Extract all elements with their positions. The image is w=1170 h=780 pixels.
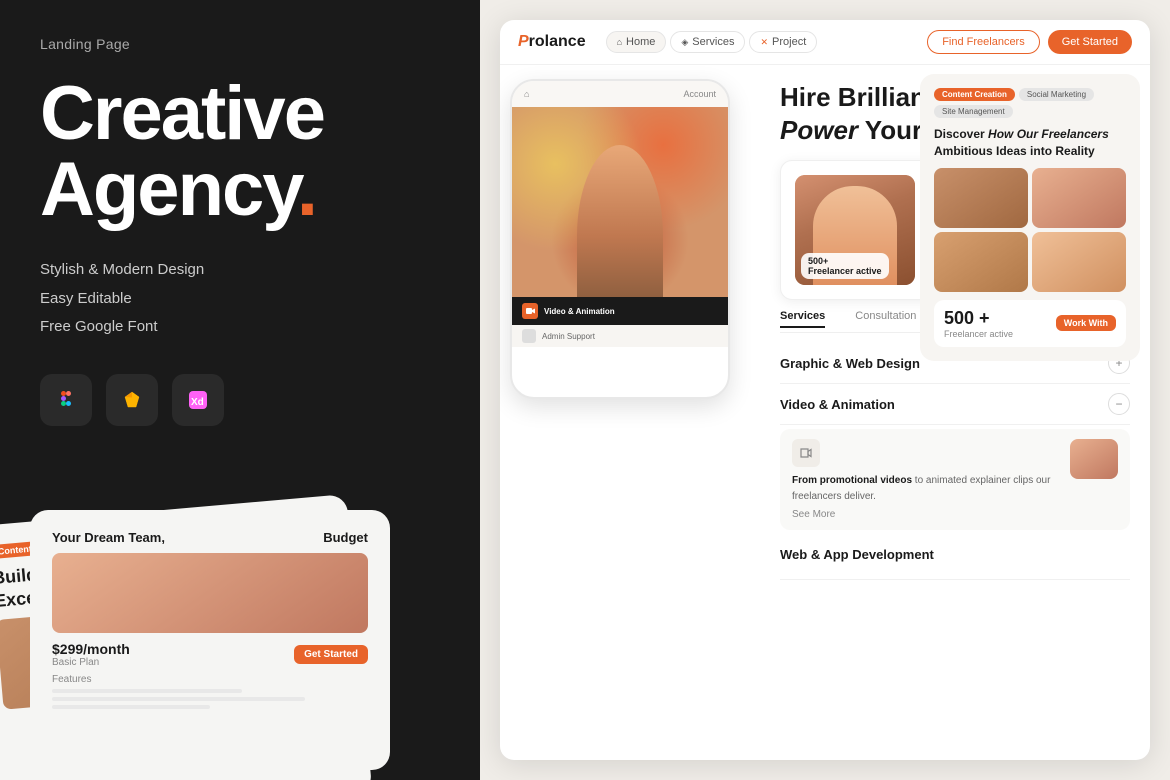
logo-p: P bbox=[518, 33, 529, 50]
preview-cards-wrapper: Content Creation Social Marketing Buildi… bbox=[0, 420, 480, 780]
get-started-btn[interactable]: Get Started bbox=[1048, 30, 1132, 54]
feature-bar-2 bbox=[52, 697, 305, 701]
right-panel: Prolance ⌂ Home ◈ Services ✕ Project Fin… bbox=[480, 0, 1170, 780]
nav-right: Find Freelancers Get Started bbox=[927, 30, 1132, 54]
label-landing: Landing Page bbox=[40, 36, 440, 52]
service-video-name: Video & Animation bbox=[780, 397, 895, 412]
tool-icons-row: Xd bbox=[40, 374, 440, 426]
svg-text:Xd: Xd bbox=[191, 397, 204, 408]
side-photos-grid bbox=[934, 168, 1126, 292]
xd-icon: Xd bbox=[172, 374, 224, 426]
phone-bar2-label: Admin Support bbox=[542, 332, 595, 341]
side-stat-box: 500 + Freelancer active Work With bbox=[934, 300, 1126, 347]
figma-icon bbox=[40, 374, 92, 426]
phone-photo bbox=[512, 107, 728, 297]
logo: Prolance bbox=[518, 33, 586, 51]
features-list: Stylish & Modern Design Easy Editable Fr… bbox=[40, 256, 440, 342]
side-card-heading: Discover How Our Freelancers Ambitious I… bbox=[934, 126, 1126, 160]
main-content: ⌂ Account bbox=[500, 65, 1150, 760]
side-photo-1 bbox=[934, 168, 1028, 228]
project-icon: ✕ bbox=[760, 37, 768, 48]
plan-label: Basic Plan bbox=[52, 657, 130, 668]
website-mockup: Prolance ⌂ Home ◈ Services ✕ Project Fin… bbox=[500, 20, 1150, 760]
phone-bar1-label: Video & Animation bbox=[544, 307, 615, 316]
side-card-tags: Content Creation Social Marketing Site M… bbox=[934, 88, 1126, 118]
nav-bar: Prolance ⌂ Home ◈ Services ✕ Project Fin… bbox=[500, 20, 1150, 65]
side-photo-4 bbox=[1032, 232, 1126, 292]
service-graphic-name: Graphic & Web Design bbox=[780, 356, 920, 371]
services-icon: ◈ bbox=[681, 37, 688, 48]
phone-account-label: Account bbox=[683, 89, 716, 99]
freelancer-photo: 500+ Freelancer active bbox=[795, 175, 915, 285]
side-stat-number: 500 + bbox=[944, 308, 1013, 329]
main-card-subtitle: Budget bbox=[323, 530, 368, 545]
admin-icon bbox=[522, 329, 536, 343]
phone-bar-1: Video & Animation bbox=[512, 297, 728, 325]
side-photo-2 bbox=[1032, 168, 1126, 228]
side-photo-3 bbox=[934, 232, 1028, 292]
price-label: $299/month bbox=[52, 641, 130, 657]
hero-italic-2: Power bbox=[780, 115, 858, 145]
feature-bar-1 bbox=[52, 689, 242, 693]
side-tag-site: Site Management bbox=[934, 105, 1013, 118]
tab-services[interactable]: Services bbox=[780, 310, 825, 328]
phone-header: ⌂ Account bbox=[512, 81, 728, 107]
side-tag-social: Social Marketing bbox=[1019, 88, 1094, 101]
phone-home-icon: ⌂ bbox=[524, 89, 529, 99]
main-left: ⌂ Account bbox=[500, 65, 760, 760]
service-icon bbox=[792, 439, 820, 467]
home-icon: ⌂ bbox=[617, 37, 622, 47]
feature-3: Free Google Font bbox=[40, 313, 440, 342]
get-started-card-btn[interactable]: Get Started bbox=[294, 645, 368, 664]
nav-items: ⌂ Home ◈ Services ✕ Project bbox=[606, 31, 920, 53]
phone-mockup: ⌂ Account bbox=[510, 79, 730, 399]
nav-project[interactable]: ✕ Project bbox=[749, 31, 817, 53]
nav-services[interactable]: ◈ Services bbox=[670, 31, 745, 53]
video-icon bbox=[522, 303, 538, 319]
feature-bar-3 bbox=[52, 705, 210, 709]
side-stat-label: Freelancer active bbox=[944, 329, 1013, 339]
feature-2: Easy Editable bbox=[40, 285, 440, 314]
headline-agency: Agency. bbox=[40, 152, 440, 228]
phone-bar-2: Admin Support bbox=[512, 325, 728, 347]
features-label: Features bbox=[52, 674, 368, 685]
tab-consultation[interactable]: Consultation bbox=[855, 310, 916, 328]
main-card-photo bbox=[52, 553, 368, 633]
dot-orange: . bbox=[297, 147, 316, 232]
feature-1: Stylish & Modern Design bbox=[40, 256, 440, 285]
right-side-cards: Content Creation Social Marketing Site M… bbox=[910, 64, 1150, 760]
nav-home[interactable]: ⌂ Home bbox=[606, 31, 667, 53]
main-card-title: Your Dream Team, bbox=[52, 530, 165, 545]
preview-card-main: Your Dream Team, Budget $299/month Basic… bbox=[30, 510, 390, 770]
work-with-btn[interactable]: Work With bbox=[1056, 315, 1116, 331]
find-freelancers-btn[interactable]: Find Freelancers bbox=[927, 30, 1040, 54]
headline-creative: Creative Agency. bbox=[40, 76, 440, 228]
side-stat-inner: 500 + Freelancer active bbox=[944, 308, 1013, 339]
side-tag-content: Content Creation bbox=[934, 88, 1015, 101]
left-panel: Landing Page Creative Agency. Stylish & … bbox=[0, 0, 480, 780]
sketch-icon bbox=[106, 374, 158, 426]
stat-badge: 500+ Freelancer active bbox=[801, 253, 889, 279]
side-card-main: Content Creation Social Marketing Site M… bbox=[920, 74, 1140, 361]
